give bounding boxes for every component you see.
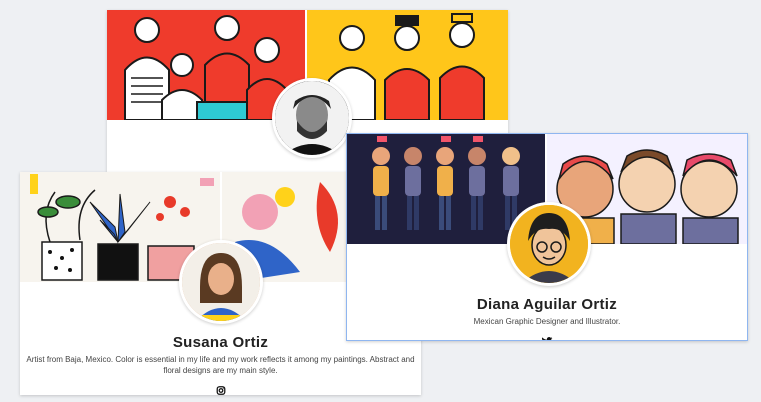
profile-bio: Mexican Graphic Designer and Illustrator… xyxy=(473,317,621,326)
profile-bio: Artist from Baja, Mexico. Color is essen… xyxy=(26,355,415,375)
profile-card-diana[interactable]: Diana Aguilar Ortiz Mexican Graphic Desi… xyxy=(346,133,748,341)
profile-name: Diana Aguilar Ortiz xyxy=(476,296,618,313)
avatar xyxy=(272,78,352,158)
avatar xyxy=(507,202,591,286)
avatar-illustration xyxy=(510,205,588,283)
twitter-icon[interactable] xyxy=(542,331,553,340)
instagram-icon[interactable] xyxy=(216,380,225,395)
avatar-photo xyxy=(275,81,349,155)
avatar-photo xyxy=(182,243,260,321)
avatar xyxy=(179,240,263,324)
